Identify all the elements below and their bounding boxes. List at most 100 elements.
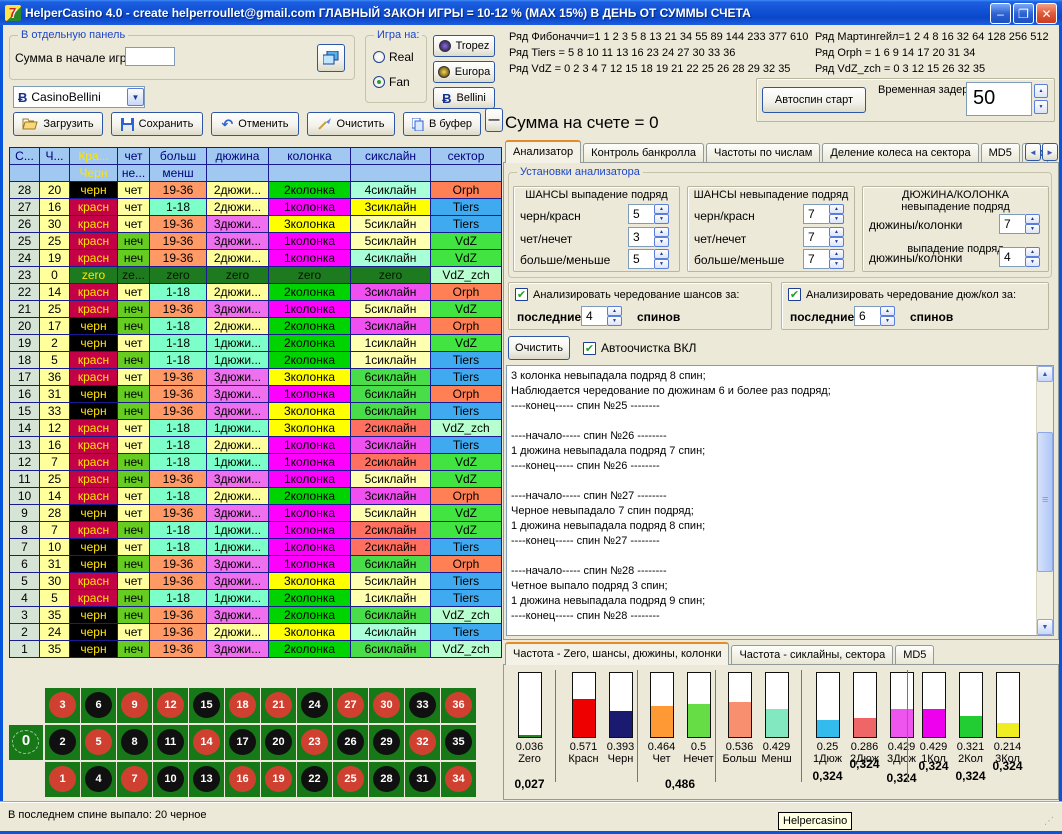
roulette-cell-11[interactable]: 11 xyxy=(153,725,188,760)
roulette-cell-35[interactable]: 35 xyxy=(441,725,476,760)
dozen-miss-spinner[interactable]: 7▲▼ xyxy=(999,214,1040,234)
roulette-cell-9[interactable]: 9 xyxy=(117,688,152,723)
tab-frequency-1[interactable]: Частота - Zero, шансы, дюжины, колонки xyxy=(505,642,729,665)
spin-up-icon[interactable]: ▲ xyxy=(654,249,669,259)
roulette-cell-21[interactable]: 21 xyxy=(261,688,296,723)
spin-down-icon[interactable]: ▼ xyxy=(654,214,669,224)
roulette-cell-24[interactable]: 24 xyxy=(297,688,332,723)
chance-hit-evenodd-spinner[interactable]: 3▲▼ xyxy=(628,227,669,247)
tab-analyzer-3[interactable]: Частоты по числам xyxy=(706,143,820,163)
roulette-cell-22[interactable]: 22 xyxy=(297,762,332,797)
roulette-cell-8[interactable]: 8 xyxy=(117,725,152,760)
spin-up-icon[interactable]: ▲ xyxy=(829,227,844,237)
last-spins-chances-spinner[interactable]: 4▲▼ xyxy=(581,306,622,326)
radio-real[interactable]: Real xyxy=(373,50,414,64)
spin-down-icon[interactable]: ▼ xyxy=(829,237,844,247)
minimize-button[interactable]: – xyxy=(990,3,1011,24)
spin-down-icon[interactable]: ▼ xyxy=(1025,224,1040,234)
roulette-cell-18[interactable]: 18 xyxy=(225,688,260,723)
roulette-cell-36[interactable]: 36 xyxy=(441,688,476,723)
spin-up-icon[interactable]: ▲ xyxy=(829,204,844,214)
roulette-cell-7[interactable]: 7 xyxy=(117,762,152,797)
spin-down-icon[interactable]: ▼ xyxy=(607,316,622,326)
resize-grip-icon[interactable]: ⋰ xyxy=(1044,816,1054,827)
spin-up-icon[interactable]: ▲ xyxy=(1025,214,1040,224)
roulette-cell-14[interactable]: 14 xyxy=(189,725,224,760)
tropez-button[interactable]: Tropez xyxy=(433,35,495,57)
delay-up-icon[interactable]: ▲ xyxy=(1034,84,1048,98)
chance-hit-highlow-spinner[interactable]: 5▲▼ xyxy=(628,249,669,269)
roulette-cell-10[interactable]: 10 xyxy=(153,762,188,797)
spin-down-icon[interactable]: ▼ xyxy=(654,237,669,247)
spin-down-icon[interactable]: ▼ xyxy=(829,259,844,269)
spin-up-icon[interactable]: ▲ xyxy=(654,204,669,214)
roulette-cell-17[interactable]: 17 xyxy=(225,725,260,760)
roulette-cell-33[interactable]: 33 xyxy=(405,688,440,723)
roulette-cell-20[interactable]: 20 xyxy=(261,725,296,760)
tab-analyzer-4[interactable]: Деление колеса на сектора xyxy=(822,143,978,163)
alternation-dozen-checkbox[interactable]: ✔ Анализировать чередование дюж/кол за: xyxy=(788,288,1016,301)
chance-miss-evenodd-spinner[interactable]: 7▲▼ xyxy=(803,227,844,247)
log-scrollbar[interactable]: ▲ ▼ xyxy=(1036,366,1053,635)
title-bar[interactable]: HelperCasino 4.0 - create helperroullet@… xyxy=(0,0,1062,25)
save-button[interactable]: Сохранить xyxy=(111,112,203,136)
chance-miss-blackred-spinner[interactable]: 7▲▼ xyxy=(803,204,844,224)
radio-fan[interactable]: Fan xyxy=(373,75,410,89)
roulette-cell-25[interactable]: 25 xyxy=(333,762,368,797)
roulette-cell-19[interactable]: 19 xyxy=(261,762,296,797)
spin-down-icon[interactable]: ▼ xyxy=(829,214,844,224)
to-clipboard-button[interactable]: В буфер xyxy=(403,112,481,136)
tab-scroll-right-icon[interactable]: ► xyxy=(1042,143,1058,161)
spin-down-icon[interactable]: ▼ xyxy=(1025,257,1040,267)
spin-up-icon[interactable]: ▲ xyxy=(880,306,895,316)
chevron-down-icon[interactable]: ▼ xyxy=(127,88,144,106)
tab-analyzer-5[interactable]: MD5 xyxy=(981,143,1020,163)
tab-analyzer-2[interactable]: Контроль банкролла xyxy=(583,143,704,163)
roulette-cell-28[interactable]: 28 xyxy=(369,762,404,797)
roulette-cell-23[interactable]: 23 xyxy=(297,725,332,760)
scroll-down-icon[interactable]: ▼ xyxy=(1037,619,1053,635)
spin-down-icon[interactable]: ▼ xyxy=(654,259,669,269)
roulette-cell-15[interactable]: 15 xyxy=(189,688,224,723)
europa-button[interactable]: Europa xyxy=(433,61,495,83)
roulette-cell-12[interactable]: 12 xyxy=(153,688,188,723)
tab-scroll-left-icon[interactable]: ◄ xyxy=(1025,143,1041,161)
roulette-cell-26[interactable]: 26 xyxy=(333,725,368,760)
spin-down-icon[interactable]: ▼ xyxy=(880,316,895,326)
roulette-cell-30[interactable]: 30 xyxy=(369,688,404,723)
chance-miss-highlow-spinner[interactable]: 7▲▼ xyxy=(803,249,844,269)
spin-up-icon[interactable]: ▲ xyxy=(654,227,669,237)
last-spins-dozen-spinner[interactable]: 6▲▼ xyxy=(854,306,895,326)
casino-select[interactable]: Ƀ CasinoBellini ▼ xyxy=(13,86,145,108)
tab-frequency-2[interactable]: Частота - сиклайны, сектора xyxy=(731,645,893,665)
bellini-button[interactable]: Ƀ Bellini xyxy=(433,87,495,109)
clear-log-button[interactable]: Очистить xyxy=(508,336,570,360)
roulette-cell-31[interactable]: 31 xyxy=(405,762,440,797)
autospin-start-button[interactable]: Автоспин старт xyxy=(762,87,866,113)
analyzer-log[interactable]: 3 колонка невыпадала подряд 8 спин; Набл… xyxy=(506,365,1054,636)
load-button[interactable]: Загрузить xyxy=(13,112,103,136)
delay-down-icon[interactable]: ▼ xyxy=(1034,100,1048,114)
tab-analyzer-1[interactable]: Анализатор xyxy=(505,140,581,163)
dozen-hit-spinner[interactable]: 4▲▼ xyxy=(999,247,1040,267)
roulette-cell-5[interactable]: 5 xyxy=(81,725,116,760)
undo-button[interactable]: ↶ Отменить xyxy=(211,112,299,136)
roulette-cell-4[interactable]: 4 xyxy=(81,762,116,797)
scroll-up-icon[interactable]: ▲ xyxy=(1037,366,1053,382)
spin-up-icon[interactable]: ▲ xyxy=(829,249,844,259)
roulette-cell-34[interactable]: 34 xyxy=(441,762,476,797)
spin-up-icon[interactable]: ▲ xyxy=(1025,247,1040,257)
roulette-cell-3[interactable]: 3 xyxy=(45,688,80,723)
roulette-cell-32[interactable]: 32 xyxy=(405,725,440,760)
roulette-cell-6[interactable]: 6 xyxy=(81,688,116,723)
delay-spinner[interactable]: 50 ▲ ▼ xyxy=(966,82,1050,116)
roulette-cell-2[interactable]: 2 xyxy=(45,725,80,760)
roulette-cell-27[interactable]: 27 xyxy=(333,688,368,723)
roulette-cell-1[interactable]: 1 xyxy=(45,762,80,797)
roulette-zero-cell[interactable]: 0 xyxy=(9,725,43,760)
start-sum-input[interactable] xyxy=(125,47,175,66)
alternation-chances-checkbox[interactable]: ✔ Анализировать чередование шансов за: xyxy=(515,288,739,301)
maximize-button[interactable]: ❐ xyxy=(1013,3,1034,24)
chance-hit-blackred-spinner[interactable]: 5▲▼ xyxy=(628,204,669,224)
collapse-button[interactable]: — xyxy=(485,108,503,132)
